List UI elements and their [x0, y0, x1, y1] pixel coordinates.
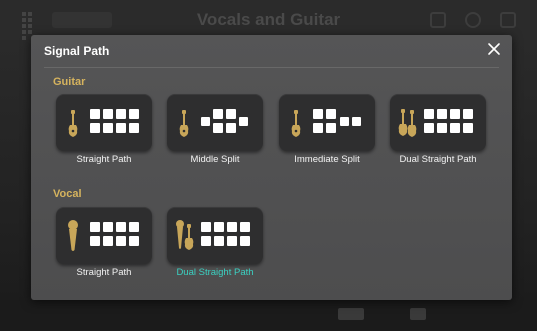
- option-vocal-straight-path[interactable]: Straight Path: [56, 207, 152, 278]
- option-guitar-immediate-split[interactable]: Immediate Split: [279, 94, 375, 165]
- fx-icon: [500, 12, 516, 28]
- option-tile[interactable]: [167, 94, 263, 151]
- signal-path-dialog: Signal Path Guitar Straight Path Middle …: [31, 35, 512, 300]
- section-title-guitar: Guitar: [53, 76, 86, 88]
- option-guitar-straight-path[interactable]: Straight Path: [56, 94, 152, 165]
- settings-icon: [465, 12, 481, 28]
- dual-guitar-icon: [398, 109, 417, 137]
- option-label: Dual Straight Path: [399, 154, 477, 165]
- option-guitar-dual-straight-path[interactable]: Dual Straight Path: [390, 94, 486, 165]
- option-tile[interactable]: [279, 94, 375, 151]
- guitar-icon: [179, 110, 189, 137]
- option-guitar-middle-split[interactable]: Middle Split: [167, 94, 263, 165]
- background-preset-title: Vocals and Guitar: [196, 10, 341, 29]
- mic-and-guitar-icon: [176, 220, 194, 250]
- guitar-icon: [68, 110, 78, 137]
- option-label-selected: Dual Straight Path: [176, 267, 254, 278]
- guitar-icon: [291, 110, 301, 137]
- option-tile[interactable]: [56, 94, 152, 151]
- background-bottom-block: [338, 308, 364, 320]
- dialog-title: Signal Path: [44, 44, 110, 58]
- option-tile[interactable]: [390, 94, 486, 151]
- background-bottom-block: [410, 308, 426, 320]
- background-bottom-bar: [0, 300, 537, 331]
- option-tile[interactable]: [56, 207, 152, 264]
- option-tile[interactable]: [167, 207, 263, 264]
- save-icon: [430, 12, 446, 28]
- section-title-vocal: Vocal: [53, 188, 82, 200]
- microphone-icon: [68, 220, 78, 251]
- option-vocal-dual-straight-path[interactable]: Dual Straight Path: [167, 207, 263, 278]
- dialog-divider: [44, 67, 499, 68]
- close-icon[interactable]: [486, 41, 502, 57]
